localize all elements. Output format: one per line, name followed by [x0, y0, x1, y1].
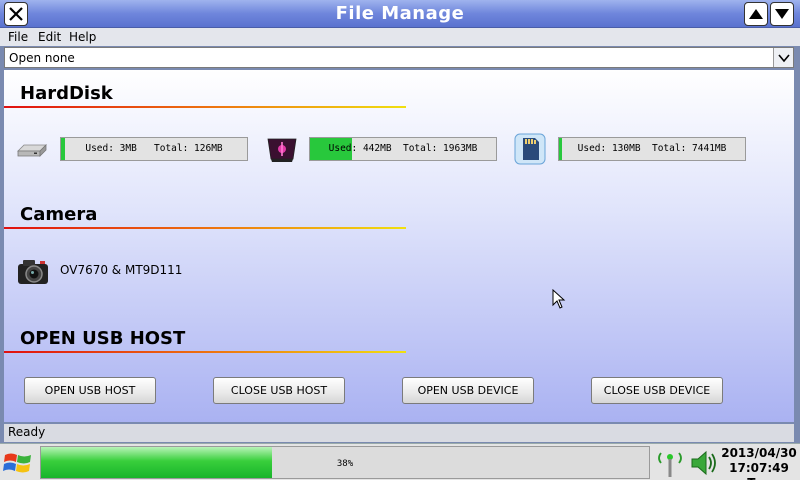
triangle-up-icon [749, 9, 763, 19]
disk-usage-bar-sd: Used: 130MB Total: 7441MB [558, 137, 746, 161]
open-usb-host-button[interactable]: OPEN USB HOST [24, 377, 156, 404]
chevron-down-icon [777, 53, 790, 62]
status-bar: Ready [4, 424, 794, 442]
section-title-camera: Camera [20, 204, 98, 225]
camera-icon [18, 260, 48, 284]
section-title-usb: OPEN USB HOST [20, 328, 186, 349]
disk-usage-bar-harddisk: Used: 3MB Total: 126MB [60, 137, 248, 161]
disk-usage-label: Used: 3MB Total: 126MB [85, 143, 223, 154]
close-usb-host-button[interactable]: CLOSE USB HOST [213, 377, 345, 404]
open-select-value: Open none [9, 51, 75, 65]
disk-usage-label: Used: 130MB Total: 7441MB [577, 143, 727, 154]
maximize-button[interactable] [744, 2, 768, 26]
menu-bar: File Edit Help [0, 28, 800, 46]
section-divider [4, 106, 406, 108]
window-title: File Manage [335, 3, 465, 24]
clock-date: 2013/04/30 [721, 446, 797, 460]
speaker-icon[interactable] [688, 447, 720, 479]
section-divider [4, 351, 406, 353]
minimize-button[interactable] [770, 2, 794, 26]
clock[interactable]: 2013/04/30 17:07:49 Tue [718, 446, 800, 480]
menu-help[interactable]: Help [69, 30, 96, 44]
open-select[interactable]: Open none [4, 47, 794, 68]
triangle-down-icon [775, 9, 789, 19]
progress-label: 38% [336, 459, 354, 469]
disk-usage-label: Used: 442MB Total: 1963MB [328, 143, 478, 154]
section-title-harddisk: HardDisk [20, 83, 113, 104]
menu-file[interactable]: File [8, 30, 28, 44]
open-usb-device-button[interactable]: OPEN USB DEVICE [402, 377, 534, 404]
sd-card-icon [514, 133, 546, 165]
section-divider [4, 227, 406, 229]
taskbar-progress: 38% [40, 446, 650, 479]
disk-usage-bar-usb: Used: 442MB Total: 1963MB [309, 137, 497, 161]
main-panel: HardDisk Used: 3MB Total: 126MB Used: 44… [4, 70, 794, 422]
menu-edit[interactable]: Edit [38, 30, 61, 44]
hard-drive-icon [17, 144, 47, 157]
status-text: Ready [8, 425, 46, 439]
usb-drive-icon [267, 138, 297, 162]
camera-label[interactable]: OV7670 & MT9D111 [60, 263, 182, 277]
antenna-icon[interactable] [655, 447, 685, 479]
clock-time: 17:07:49 Tue [729, 461, 789, 480]
dropdown-arrow-button[interactable] [773, 48, 793, 67]
close-usb-device-button[interactable]: CLOSE USB DEVICE [591, 377, 723, 404]
taskbar: 38% 2013/04/30 17:07:49 Tue [0, 443, 800, 480]
title-bar: File Manage [0, 0, 800, 28]
windows-start-icon[interactable] [2, 447, 34, 479]
mouse-cursor-icon [552, 289, 566, 309]
